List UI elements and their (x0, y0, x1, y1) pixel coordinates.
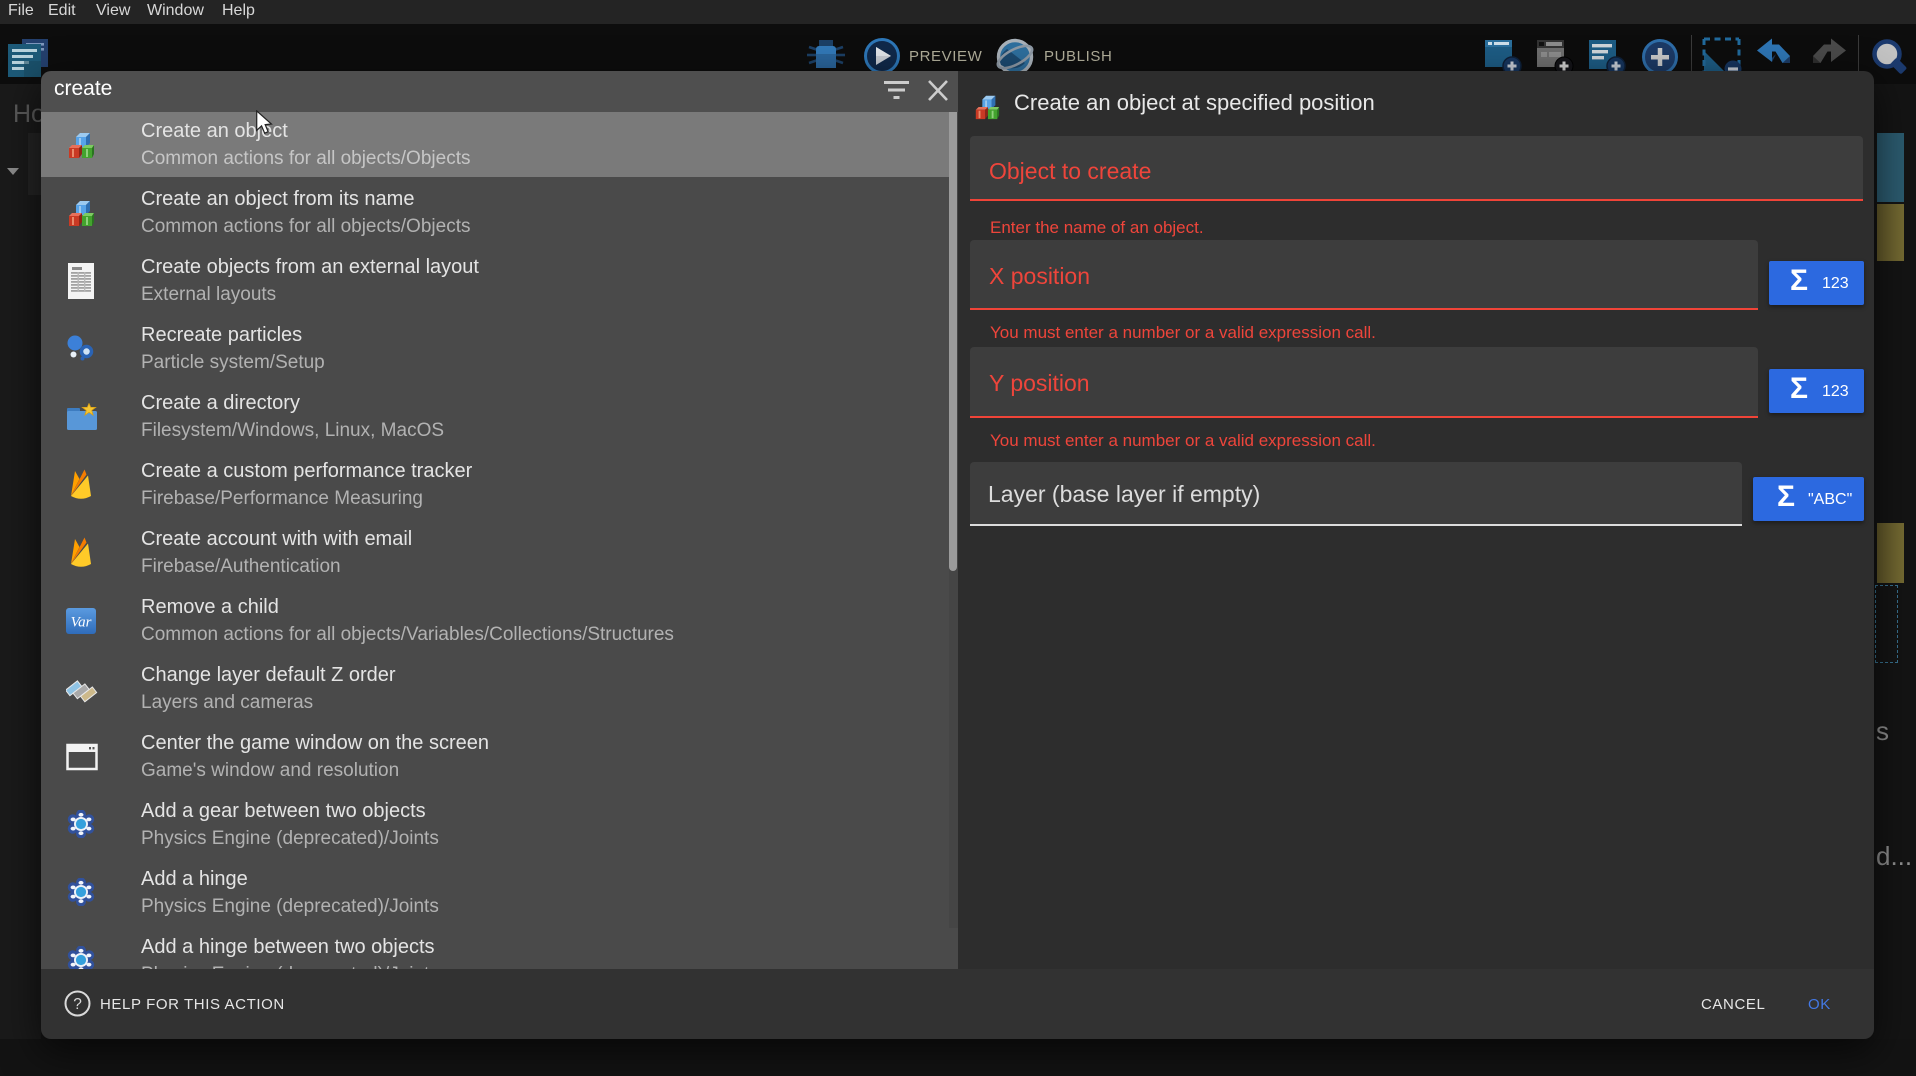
svg-text:Var: Var (71, 615, 92, 631)
svg-text:?: ? (73, 996, 82, 1013)
